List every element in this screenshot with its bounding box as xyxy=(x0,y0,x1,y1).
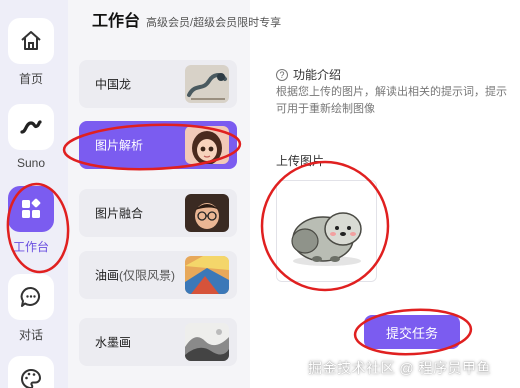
home-icon xyxy=(8,18,54,64)
chat-icon xyxy=(8,274,54,320)
side-nav: 首页 Suno 工作台 对话 xyxy=(0,0,68,388)
page-title: 工作台 xyxy=(92,13,141,30)
feature-card-oil-painting[interactable]: 油画(仅限风景) xyxy=(79,251,237,299)
palette-icon xyxy=(8,356,54,388)
girl-portrait-thumbnail xyxy=(185,126,229,164)
dragon-thumbnail xyxy=(185,65,229,103)
upload-label: 上传图片 xyxy=(276,154,325,168)
submit-task-button[interactable]: 提交任务 xyxy=(364,315,460,349)
oil-painting-thumbnail xyxy=(185,256,229,294)
ink-painting-thumbnail xyxy=(185,323,229,361)
feature-intro-title: 功能介绍 xyxy=(293,68,342,82)
nav-label-home: 首页 xyxy=(18,72,43,86)
feature-card-image-fusion[interactable]: 图片融合 xyxy=(79,189,237,237)
nav-item-home[interactable]: 首页 xyxy=(6,18,56,87)
nav-label-workbench: 工作台 xyxy=(12,240,49,254)
nav-label-chat: 对话 xyxy=(18,328,43,342)
image-upload-box[interactable] xyxy=(276,180,377,282)
uploaded-image-fluffy-animal xyxy=(277,181,376,281)
suno-wave-icon xyxy=(8,104,54,150)
feature-card-label: 图片解析 xyxy=(95,138,144,153)
feature-card-label: 水墨画 xyxy=(95,335,132,350)
watermark: 掘金技术社区 @ 程序员甲鱼 xyxy=(308,360,491,376)
feature-description: 根据您上传的图片，解读出相关的提示词，提示 可用于重新绘制图像 xyxy=(276,86,507,115)
nav-item-palette[interactable] xyxy=(6,356,56,388)
nav-item-suno[interactable]: Suno xyxy=(6,104,56,170)
feature-card-ink-painting[interactable]: 水墨画 xyxy=(79,318,237,366)
nav-label-suno: Suno xyxy=(16,156,46,170)
nav-item-workbench[interactable]: 工作台 xyxy=(6,186,56,255)
feature-intro-heading: ? 功能介绍 xyxy=(276,66,341,83)
nav-item-chat[interactable]: 对话 xyxy=(6,274,56,343)
boy-portrait-thumbnail xyxy=(185,194,229,232)
feature-card-label: 中国龙 xyxy=(95,77,132,92)
grid-icon xyxy=(8,186,54,232)
page-header: 工作台 高级会员/超级会员限时专享 xyxy=(92,7,282,30)
feature-card-dragon[interactable]: 中国龙 xyxy=(79,60,237,108)
feature-card-image-analysis[interactable]: 图片解析 xyxy=(79,121,237,169)
feature-card-label: 图片融合 xyxy=(95,206,144,221)
question-icon: ? xyxy=(276,68,288,81)
feature-card-label: 油画(仅限风景) xyxy=(95,268,176,283)
page-subtitle: 高级会员/超级会员限时专享 xyxy=(146,17,282,29)
